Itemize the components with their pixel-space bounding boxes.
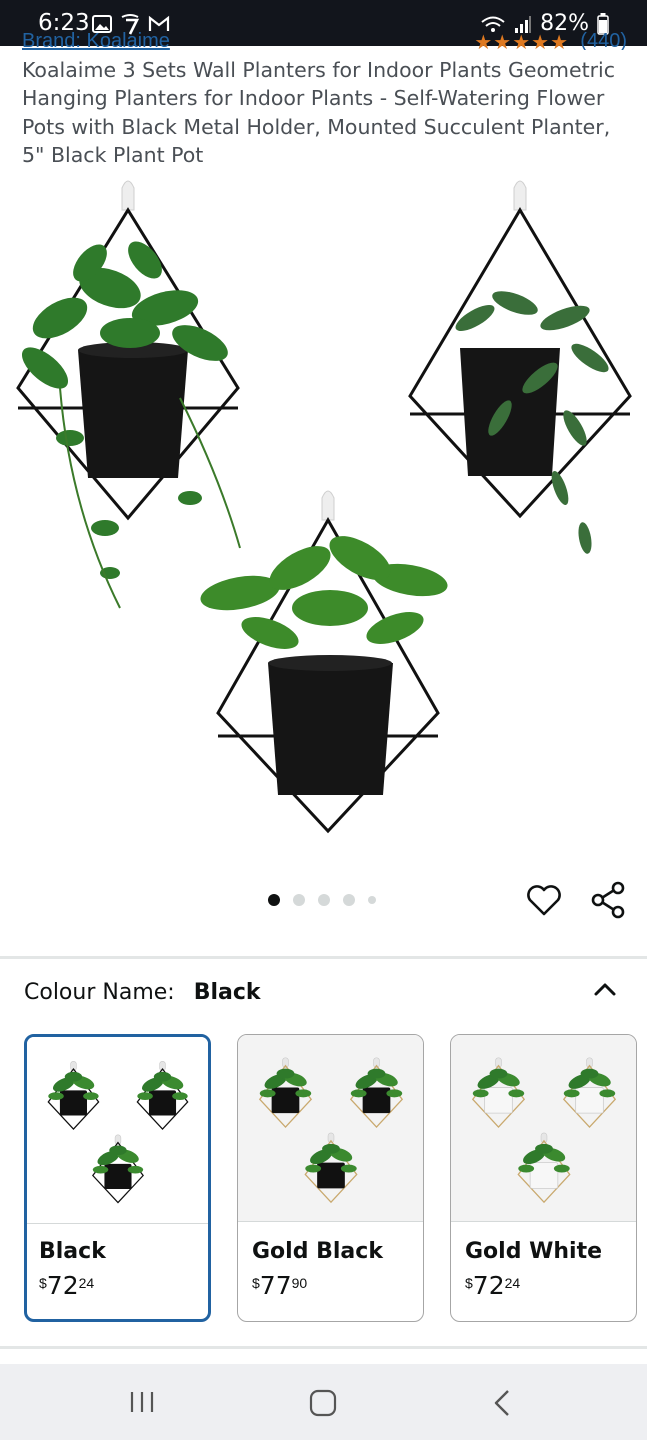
price-fraction: 24 [504,1275,521,1291]
system-nav-bar [0,1364,647,1440]
price-fraction: 24 [78,1275,95,1291]
swatch-divider [27,1223,208,1224]
swatch-image [451,1035,636,1221]
back-icon[interactable] [490,1388,516,1418]
share-icon[interactable] [588,880,628,920]
home-icon[interactable] [308,1388,338,1418]
swatch-name: Gold Black [252,1239,383,1264]
colour-label: Colour Name: [24,980,175,1005]
section-divider [0,956,647,959]
pagination-dot-3[interactable] [318,894,330,906]
price-whole: 72 [472,1271,505,1300]
heart-icon[interactable] [524,880,564,920]
swatch-divider [238,1221,423,1222]
product-image[interactable] [0,168,647,858]
price-whole: 72 [46,1271,79,1300]
swatch-price: $ 72 24 [465,1271,520,1300]
section-divider-bottom [0,1346,647,1349]
price-currency: $ [465,1275,473,1291]
recent-apps-icon[interactable] [128,1390,156,1414]
planter-left [16,180,241,609]
price-fraction: 90 [291,1275,308,1291]
product-title: Koalaime 3 Sets Wall Planters for Indoor… [22,58,615,167]
pagination-dot-4[interactable] [343,894,355,906]
rating-count[interactable]: (440) [580,30,627,50]
pagination-dot-5[interactable] [368,896,376,904]
image-pagination [268,894,376,906]
swatch-price: $ 72 24 [39,1271,94,1300]
brand-link[interactable]: Brand: Koalaime [22,30,170,50]
brand-row: Brand: Koalaime ★★★★★ (440) [22,30,627,50]
colour-selected-value: Black [193,980,261,1005]
planter-center [200,490,448,834]
swatch-price: $ 77 90 [252,1271,307,1300]
swatch-divider [451,1221,636,1222]
colour-swatches: Black $ 72 24 Gold Black $ 77 90 Gold Wh… [24,1034,637,1322]
swatch-image [27,1037,208,1223]
swatch-name: Black [39,1239,106,1264]
price-currency: $ [252,1275,260,1291]
swatch-image [238,1035,423,1221]
swatch-black[interactable]: Black $ 72 24 [24,1034,211,1322]
swatch-gold-black[interactable]: Gold Black $ 77 90 [237,1034,424,1322]
swatch-name: Gold White [465,1239,603,1264]
price-currency: $ [39,1275,47,1291]
pagination-dot-2[interactable] [293,894,305,906]
chevron-up-icon[interactable] [588,974,622,1004]
pagination-dot-1[interactable] [268,894,280,906]
planter-right [408,180,632,554]
rating-stars[interactable]: ★★★★★ [474,30,569,50]
colour-header: Colour Name: Black [24,980,261,1005]
swatch-gold-white[interactable]: Gold White $ 72 24 [450,1034,637,1322]
price-whole: 77 [259,1271,292,1300]
